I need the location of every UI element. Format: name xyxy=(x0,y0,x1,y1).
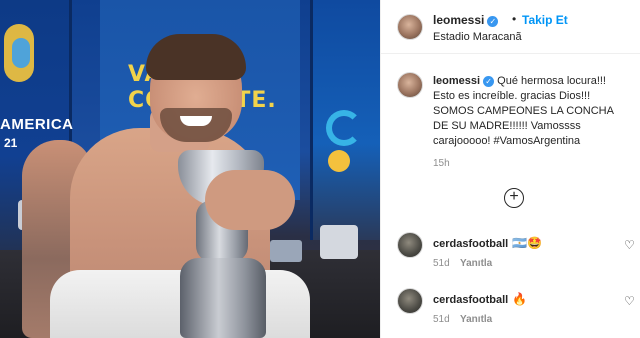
reply-button[interactable]: Yanıtla xyxy=(460,314,492,325)
side-text: AMERICA xyxy=(0,116,74,133)
towel xyxy=(270,240,302,262)
comment-item: cerdasfootball 🔥 51d Yanıtla ♡ xyxy=(381,288,640,338)
person-smile xyxy=(180,116,212,126)
heart-icon[interactable]: ♡ xyxy=(624,238,635,252)
post-photo[interactable]: VAMOS CONCRETE. AMERICA 21 xyxy=(0,0,380,338)
caption-timestamp[interactable]: 15h xyxy=(433,158,450,169)
avatar[interactable] xyxy=(397,72,423,98)
verified-badge-icon: ✓ xyxy=(487,16,499,27)
caption-text: leomessi ✓ Qué hermosa locura!!! Esto es … xyxy=(433,74,631,149)
follow-button[interactable]: Takip Et xyxy=(522,13,568,27)
comment-timestamp[interactable]: 51d xyxy=(433,258,450,269)
header-username[interactable]: leomessi ✓ xyxy=(433,13,499,27)
username-text[interactable]: leomessi xyxy=(433,13,484,27)
trophy-base xyxy=(180,258,266,338)
towel xyxy=(320,225,358,259)
comment-timestamp[interactable]: 51d xyxy=(433,314,450,325)
location-link[interactable]: Estadio Maracanã xyxy=(433,31,522,43)
dot-graphic xyxy=(328,150,350,172)
separator-dot: • xyxy=(512,12,517,26)
caption-username[interactable]: leomessi xyxy=(433,75,480,87)
side-year: 21 xyxy=(4,136,18,150)
reply-button[interactable]: Yanıtla xyxy=(460,258,492,269)
post-header: leomessi ✓ • Takip Et Estadio Maracanã xyxy=(381,0,640,54)
post-side-panel: leomessi ✓ • Takip Et Estadio Maracanã le… xyxy=(380,0,640,338)
comment-text: 🔥 xyxy=(512,292,528,306)
person-hair xyxy=(146,34,246,80)
copa-logo-inner xyxy=(12,38,30,68)
comment-text: 🇦🇷🤩 xyxy=(512,236,543,250)
comment-item: cerdasfootball 🇦🇷🤩 51d Yanıtla ♡ xyxy=(381,232,640,282)
heart-icon[interactable]: ♡ xyxy=(624,294,635,308)
swirl-graphic xyxy=(326,110,362,146)
person-arm-right xyxy=(205,170,295,230)
comment-username[interactable]: cerdasfootball xyxy=(433,238,508,250)
avatar[interactable] xyxy=(397,14,423,40)
avatar[interactable] xyxy=(397,232,423,258)
comment-username[interactable]: cerdasfootball xyxy=(433,294,508,306)
comment-content: cerdasfootball 🔥 xyxy=(433,292,527,306)
verified-badge-icon: ✓ xyxy=(483,76,495,87)
plus-circle-icon[interactable]: + xyxy=(504,188,524,208)
comment-content: cerdasfootball 🇦🇷🤩 xyxy=(433,236,542,250)
avatar[interactable] xyxy=(397,288,423,314)
